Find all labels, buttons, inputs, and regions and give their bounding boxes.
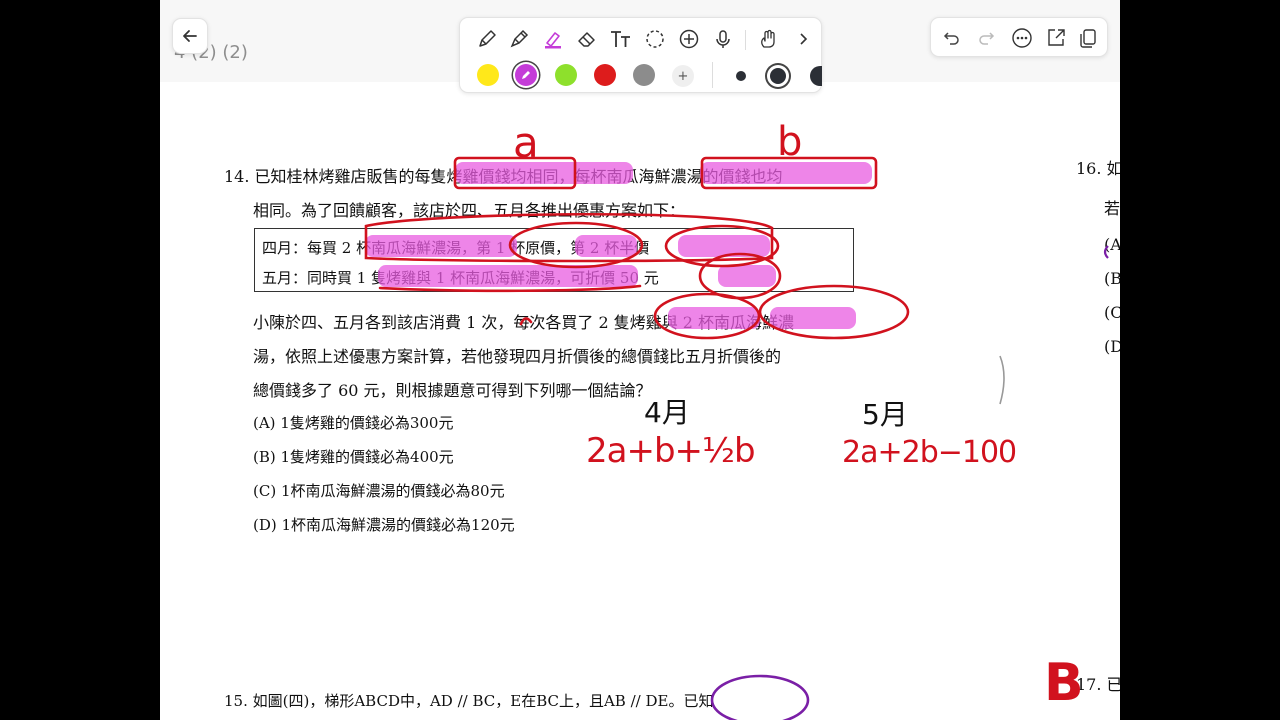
stroke-dot-icon — [770, 68, 786, 84]
question-17-number: 17. 已 — [1076, 675, 1120, 694]
pen-tool[interactable] — [474, 26, 500, 52]
pencil-icon — [522, 71, 530, 79]
toolbar-divider — [745, 30, 746, 50]
redo-button[interactable] — [973, 25, 999, 51]
eraser-icon — [578, 32, 595, 47]
option-b: (B) 1隻烤雞的價錢必為400元 — [253, 448, 454, 466]
side-option-d: (D — [1104, 337, 1120, 356]
hand-draw-icon — [761, 29, 775, 48]
redo-icon — [979, 32, 995, 45]
side-option-c: (C — [1104, 303, 1120, 322]
add-tool[interactable] — [676, 26, 702, 52]
back-arrow-icon — [183, 30, 197, 42]
offer-may: 五月：同時買 1 隻烤雞與 1 杯南瓜海鮮濃湯，可折價 50 元 — [262, 269, 659, 287]
toolbar-more-button[interactable] — [792, 26, 814, 52]
color-purple-selected[interactable] — [515, 64, 537, 86]
add-color-button[interactable]: + — [672, 65, 694, 87]
fountain-pen-icon — [510, 29, 529, 48]
highlighter-icon — [545, 32, 561, 49]
microphone-icon — [716, 30, 730, 48]
option-a: (A) 1隻烤雞的價錢必為300元 — [253, 414, 454, 432]
question-16-number: 16. 如 — [1076, 159, 1120, 178]
color-green[interactable] — [555, 64, 577, 86]
lasso-icon — [646, 30, 664, 48]
undo-icon — [943, 32, 959, 45]
question-14-line-5: 總價錢多了 60 元，則根據題意可得到下列哪一個結論？ — [253, 381, 652, 400]
question-14-line-4: 湯，依照上述優惠方案計算，若他發現四月折價後的總價錢比五月折價後的 — [253, 347, 782, 366]
eraser-tool[interactable] — [574, 26, 600, 52]
toolbar-divider-2 — [712, 62, 713, 88]
offer-april: 四月：每買 2 杯南瓜海鮮濃湯，第 1 杯原價，第 2 杯半價 — [262, 239, 650, 257]
text-tool[interactable] — [608, 26, 634, 52]
side-option-b: (B — [1104, 269, 1120, 288]
highlighter-tool[interactable] — [540, 26, 566, 52]
export-icon — [1048, 29, 1065, 46]
question-14-number: 14. — [224, 167, 250, 186]
actions-toolbar — [930, 17, 1108, 57]
option-d: (D) 1杯南瓜海鮮濃湯的價錢必為120元 — [253, 516, 515, 534]
color-red[interactable] — [594, 64, 616, 86]
back-button[interactable] — [172, 18, 208, 54]
undo-button[interactable] — [939, 25, 965, 51]
question-14-line-3: 小陳於四、五月各到該店消費 1 次，每次各買了 2 隻烤雞與 2 杯南瓜海鮮濃 — [253, 313, 795, 332]
copy-button[interactable] — [1075, 25, 1101, 51]
color-gray[interactable] — [633, 64, 655, 86]
color-yellow[interactable] — [477, 64, 499, 86]
question-14-line-1-text: 已知桂林烤雞店販售的每隻烤雞價錢均相同，每杯南瓜海鮮濃湯的價錢也均 — [254, 167, 783, 186]
stroke-medium-selected[interactable] — [765, 63, 791, 89]
pen-icon — [479, 30, 496, 47]
document-page: 4 (2) (2) 14. 已知桂林烤雞店販售的每隻烤雞價錢均相同，每杯南瓜海鮮… — [160, 0, 1120, 720]
text-icon — [611, 31, 630, 47]
hand-draw-tool[interactable] — [756, 26, 782, 52]
export-button[interactable] — [1043, 25, 1069, 51]
stroke-thick[interactable] — [810, 66, 822, 86]
question-14-line-1: 14. 已知桂林烤雞店販售的每隻烤雞價錢均相同，每杯南瓜海鮮濃湯的價錢也均 — [224, 163, 783, 187]
fountain-pen-tool[interactable] — [506, 26, 532, 52]
more-button[interactable] — [1009, 25, 1035, 51]
more-icon — [1012, 28, 1032, 48]
drawing-toolbar: + — [459, 17, 822, 93]
microphone-tool[interactable] — [710, 26, 736, 52]
copy-icon — [1080, 29, 1096, 48]
question-14-line-2: 相同。為了回饋顧客，該店於四、五月各推出優惠方案如下： — [253, 201, 686, 220]
chevron-right-icon — [800, 33, 808, 45]
question-15-line: 15. 如圖(四)，梯形ABCD中，AD // BC，E在BC上，且AB // … — [224, 692, 714, 710]
question-16-line-2: 若 — [1104, 199, 1120, 218]
option-c: (C) 1杯南瓜海鮮濃湯的價錢必為80元 — [253, 482, 505, 500]
stroke-thin[interactable] — [730, 65, 752, 87]
lasso-tool[interactable] — [642, 26, 668, 52]
side-option-a: (A — [1104, 235, 1120, 254]
stroke-dot-icon — [736, 71, 746, 81]
add-icon — [679, 29, 699, 49]
